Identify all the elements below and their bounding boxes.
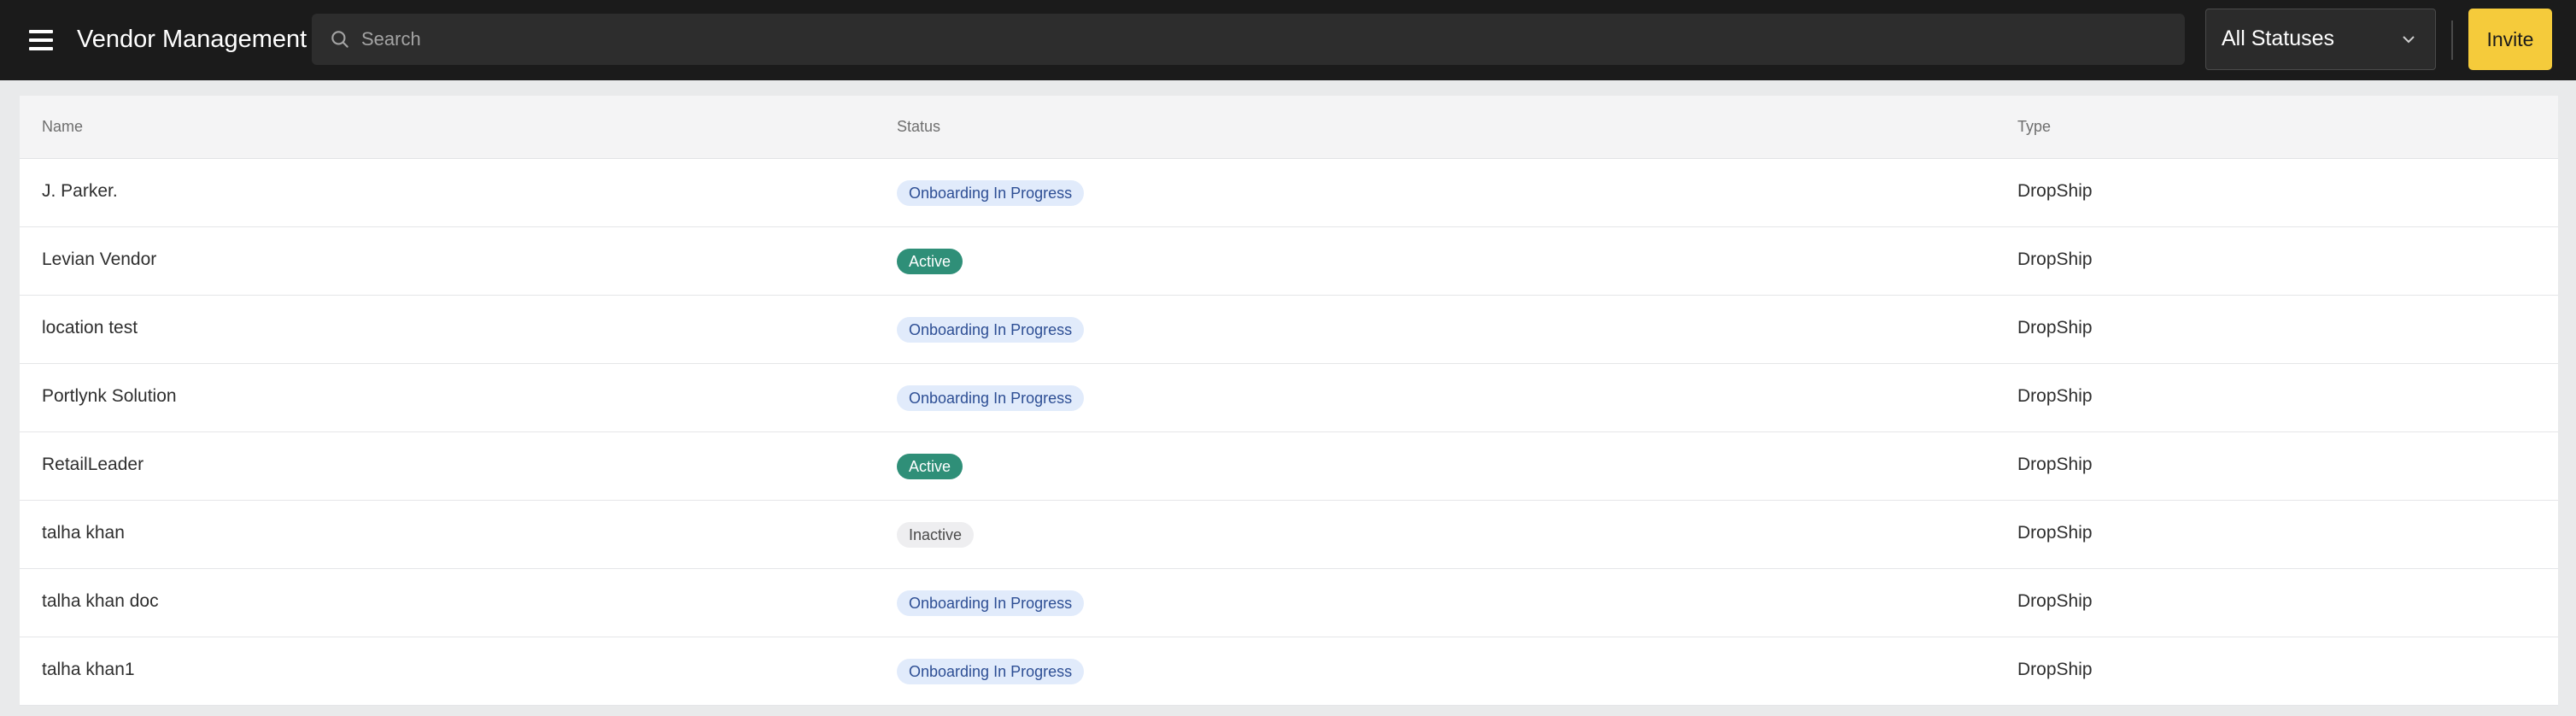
column-header-type[interactable]: Type (2017, 118, 2051, 136)
table-row[interactable]: talha khan Inactive DropShip (20, 501, 2558, 569)
vendor-name: Levian Vendor (42, 249, 157, 269)
vendor-table: Name Status Type J. Parker. Onboarding In… (20, 96, 2558, 706)
status-badge: Onboarding In Progress (897, 180, 1085, 206)
table-row[interactable]: RetailLeader Active DropShip (20, 432, 2558, 501)
table-row[interactable]: J. Parker. Onboarding In Progress DropShip (20, 159, 2558, 227)
vendor-type: DropShip (2017, 523, 2093, 543)
table-header: Name Status Type (20, 96, 2558, 159)
status-filter-value: All Statuses (2222, 26, 2335, 50)
status-badge: Onboarding In Progress (897, 385, 1085, 411)
vendor-type: DropShip (2017, 660, 2093, 679)
vendor-type: DropShip (2017, 249, 2093, 269)
vendor-type: DropShip (2017, 591, 2093, 611)
vendor-name: talha khan doc (42, 591, 159, 611)
invite-button[interactable]: Invite (2468, 9, 2552, 70)
toolbar-divider (2451, 21, 2453, 60)
table-row[interactable]: location test Onboarding In Progress DropS… (20, 296, 2558, 364)
column-header-status[interactable]: Status (897, 118, 940, 136)
table-row[interactable]: Portlynk Solution Onboarding In Progress D… (20, 364, 2558, 432)
vendor-type: DropShip (2017, 181, 2093, 201)
vendor-name: talha khan (42, 523, 125, 543)
table-row[interactable]: talha khan1 Onboarding In Progress DropShi… (20, 637, 2558, 706)
column-header-name[interactable]: Name (42, 118, 83, 136)
table-row[interactable]: talha khan doc Onboarding In Progress Drop… (20, 569, 2558, 637)
status-badge: Active (897, 454, 963, 479)
status-badge: Active (897, 249, 963, 274)
table-row[interactable]: Levian Vendor Active DropShip (20, 227, 2558, 296)
hamburger-menu-icon[interactable] (29, 26, 58, 55)
top-app-bar: Vendor Management All Statuses Invite (0, 0, 2576, 80)
vendor-type: DropShip (2017, 318, 2093, 337)
status-badge: Onboarding In Progress (897, 317, 1085, 343)
vendor-type: DropShip (2017, 386, 2093, 406)
vendor-name: Portlynk Solution (42, 386, 177, 406)
page-title: Vendor Management (77, 26, 307, 53)
vendor-type: DropShip (2017, 455, 2093, 474)
status-filter-dropdown[interactable]: All Statuses (2205, 9, 2436, 70)
vendor-name: talha khan1 (42, 660, 135, 679)
status-badge: Onboarding In Progress (897, 659, 1085, 684)
chevron-down-icon (2403, 36, 2415, 44)
status-badge: Inactive (897, 522, 975, 548)
vendor-name: RetailLeader (42, 455, 144, 474)
search-input[interactable] (361, 14, 2155, 65)
search-bar[interactable] (312, 14, 2185, 65)
vendor-name: J. Parker. (42, 181, 118, 201)
vendor-name: location test (42, 318, 138, 337)
status-badge: Onboarding In Progress (897, 590, 1085, 616)
search-icon (331, 31, 348, 48)
